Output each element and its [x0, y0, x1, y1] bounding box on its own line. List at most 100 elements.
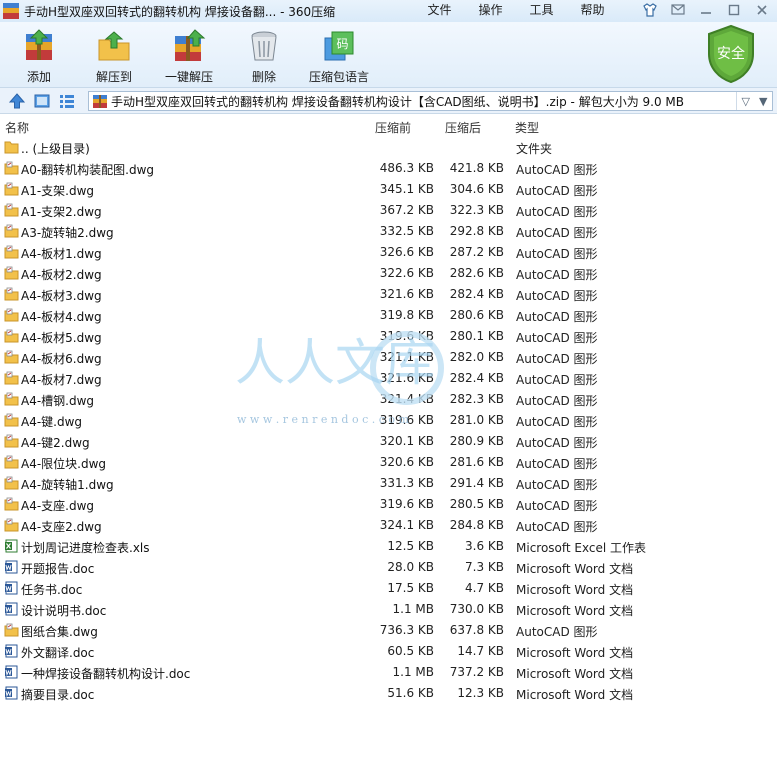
archive-comment-button[interactable]: 码 压缩包语言 — [304, 28, 374, 85]
file-name: 图纸合集.dwg — [21, 625, 98, 639]
file-type: AutoCAD 图形 — [516, 478, 598, 492]
column-header: 名称 压缩前 压缩后 类型 — [0, 116, 777, 136]
file-size: 736.3 KB — [379, 623, 434, 637]
file-row[interactable]: A4-支座2.dwg 324.1 KB 284.8 KB AutoCAD 图形 — [0, 515, 777, 536]
file-row[interactable]: A1-支架.dwg 345.1 KB 304.6 KB AutoCAD 图形 — [0, 179, 777, 200]
file-packed-size: 12.3 KB — [457, 686, 504, 700]
menu-tools[interactable]: 工具 — [516, 0, 567, 22]
file-type: AutoCAD 图形 — [516, 205, 598, 219]
add-button[interactable]: 添加 — [4, 28, 74, 85]
file-row[interactable]: A0-翻转机构装配图.dwg 486.3 KB 421.8 KB AutoCAD 图形 — [0, 158, 777, 179]
file-row[interactable]: A3-旋转轴2.dwg 332.5 KB 292.8 KB AutoCAD 图形 — [0, 221, 777, 242]
file-type: Microsoft Excel 工作表 — [516, 541, 647, 555]
file-packed-size: 282.0 KB — [449, 350, 504, 364]
file-list: .. (上级目录) 文件夹 A0-翻转机构装配图.dwg 486.3 KB 421.8 … — [0, 137, 777, 704]
file-type: AutoCAD 图形 — [516, 247, 598, 261]
file-row[interactable]: 任务书.doc 17.5 KB 4.7 KB Microsoft Word 文档 — [0, 578, 777, 599]
file-packed-size: 282.4 KB — [449, 287, 504, 301]
svg-text:码: 码 — [336, 37, 348, 51]
file-packed-size: 292.8 KB — [449, 224, 504, 238]
file-packed-size: 282.4 KB — [449, 371, 504, 385]
one-click-extract-button[interactable]: 一键解压 — [154, 28, 224, 85]
file-row[interactable]: A4-旋转轴1.dwg 331.3 KB 291.4 KB AutoCAD 图形 — [0, 473, 777, 494]
file-packed-size: 281.0 KB — [449, 413, 504, 427]
file-row[interactable]: A4-键.dwg 319.6 KB 281.0 KB AutoCAD 图形 — [0, 410, 777, 431]
thumbnail-view-icon[interactable] — [33, 93, 51, 109]
address-bar: 手动H型双座双回转式的翻转机构 焊接设备翻转机构设计【含CAD图纸、说明书】.z… — [0, 88, 777, 114]
extract-to-label: 解压到 — [95, 70, 132, 84]
file-type: 文件夹 — [516, 142, 553, 156]
file-packed-size: 3.6 KB — [465, 539, 504, 553]
file-row[interactable]: A4-板材7.dwg 321.6 KB 282.4 KB AutoCAD 图形 — [0, 368, 777, 389]
code-note-icon: 码 — [321, 28, 357, 64]
word-icon — [4, 665, 19, 679]
list-view-icon[interactable] — [58, 93, 76, 109]
file-size: 322.6 KB — [379, 266, 434, 280]
file-row[interactable]: A4-限位块.dwg 320.6 KB 281.6 KB AutoCAD 图形 — [0, 452, 777, 473]
word-icon — [4, 644, 19, 658]
window-title: 手动H型双座双回转式的翻转机构 焊接设备翻... - 360压缩 — [24, 4, 336, 19]
file-row[interactable]: 一种焊接设备翻转机构设计.doc 1.1 MB 737.2 KB Microsoft … — [0, 662, 777, 683]
file-size: 331.3 KB — [379, 476, 434, 490]
file-row[interactable]: A4-支座.dwg 319.6 KB 280.5 KB AutoCAD 图形 — [0, 494, 777, 515]
address-dropdown[interactable]: ▽ ▼ — [736, 92, 772, 110]
dwg-icon — [4, 623, 19, 637]
maximize-icon[interactable] — [723, 2, 745, 18]
file-row[interactable]: 设计说明书.doc 1.1 MB 730.0 KB Microsoft Word 文档 — [0, 599, 777, 620]
dwg-icon — [4, 266, 19, 280]
skin-icon[interactable] — [639, 2, 661, 18]
file-row[interactable]: A4-槽钢.dwg 321.4 KB 282.3 KB AutoCAD 图形 — [0, 389, 777, 410]
menu-bar: 文件 操作 工具 帮助 — [414, 0, 618, 22]
file-row[interactable]: .. (上级目录) 文件夹 — [0, 137, 777, 158]
file-size: 51.6 KB — [387, 686, 434, 700]
dwg-icon — [4, 371, 19, 385]
delete-button[interactable]: 删除 — [229, 28, 299, 85]
file-packed-size: 280.9 KB — [449, 434, 504, 448]
dwg-icon — [4, 350, 19, 364]
menu-help[interactable]: 帮助 — [567, 0, 618, 22]
file-row[interactable]: 开题报告.doc 28.0 KB 7.3 KB Microsoft Word 文档 — [0, 557, 777, 578]
one-click-extract-icon — [171, 28, 207, 64]
file-row[interactable]: A1-支架2.dwg 367.2 KB 322.3 KB AutoCAD 图形 — [0, 200, 777, 221]
close-icon[interactable] — [751, 2, 773, 18]
file-row[interactable]: 摘要目录.doc 51.6 KB 12.3 KB Microsoft Word 文档 — [0, 683, 777, 704]
file-type: Microsoft Word 文档 — [516, 688, 634, 702]
security-shield-button[interactable]: 安全 — [705, 24, 757, 84]
extract-to-button[interactable]: 解压到 — [79, 28, 149, 85]
zip-archive-icon — [93, 95, 107, 108]
column-packed[interactable]: 压缩后 — [445, 119, 481, 136]
file-row[interactable]: A4-板材1.dwg 326.6 KB 287.2 KB AutoCAD 图形 — [0, 242, 777, 263]
up-arrow-icon[interactable] — [8, 93, 26, 109]
column-type[interactable]: 类型 — [515, 119, 539, 136]
column-name[interactable]: 名称 — [5, 119, 29, 136]
minimize-icon[interactable] — [695, 2, 717, 18]
file-row[interactable]: 计划周记进度检查表.xls 12.5 KB 3.6 KB Microsoft Exce… — [0, 536, 777, 557]
file-name: A4-支座.dwg — [21, 499, 95, 513]
file-size: 321.1 KB — [379, 350, 434, 364]
file-type: AutoCAD 图形 — [516, 184, 598, 198]
file-row[interactable]: A4-板材5.dwg 319.6 KB 280.1 KB AutoCAD 图形 — [0, 326, 777, 347]
file-type: AutoCAD 图形 — [516, 394, 598, 408]
file-packed-size: 280.6 KB — [449, 308, 504, 322]
file-row[interactable]: A4-板材6.dwg 321.1 KB 282.0 KB AutoCAD 图形 — [0, 347, 777, 368]
address-field[interactable]: 手动H型双座双回转式的翻转机构 焊接设备翻转机构设计【含CAD图纸、说明书】.z… — [88, 91, 773, 111]
menu-operate[interactable]: 操作 — [465, 0, 516, 22]
file-row[interactable]: A4-键2.dwg 320.1 KB 280.9 KB AutoCAD 图形 — [0, 431, 777, 452]
word-icon — [4, 686, 19, 700]
file-row[interactable]: 外文翻译.doc 60.5 KB 14.7 KB Microsoft Word 文档 — [0, 641, 777, 662]
file-type: AutoCAD 图形 — [516, 499, 598, 513]
file-name: A0-翻转机构装配图.dwg — [21, 163, 155, 177]
file-row[interactable]: A4-板材3.dwg 321.6 KB 282.4 KB AutoCAD 图形 — [0, 284, 777, 305]
dwg-icon — [4, 161, 19, 175]
file-row[interactable]: A4-板材2.dwg 322.6 KB 282.6 KB AutoCAD 图形 — [0, 263, 777, 284]
file-size: 17.5 KB — [387, 581, 434, 595]
file-row[interactable]: A4-板材4.dwg 319.8 KB 280.6 KB AutoCAD 图形 — [0, 305, 777, 326]
menu-file[interactable]: 文件 — [414, 0, 465, 22]
arrow-down-icon: ▼ — [759, 94, 768, 108]
feedback-icon[interactable] — [667, 2, 689, 18]
word-icon — [4, 560, 19, 574]
file-packed-size: 304.6 KB — [449, 182, 504, 196]
dwg-icon — [4, 434, 19, 448]
column-size[interactable]: 压缩前 — [375, 119, 411, 136]
file-row[interactable]: 图纸合集.dwg 736.3 KB 637.8 KB AutoCAD 图形 — [0, 620, 777, 641]
